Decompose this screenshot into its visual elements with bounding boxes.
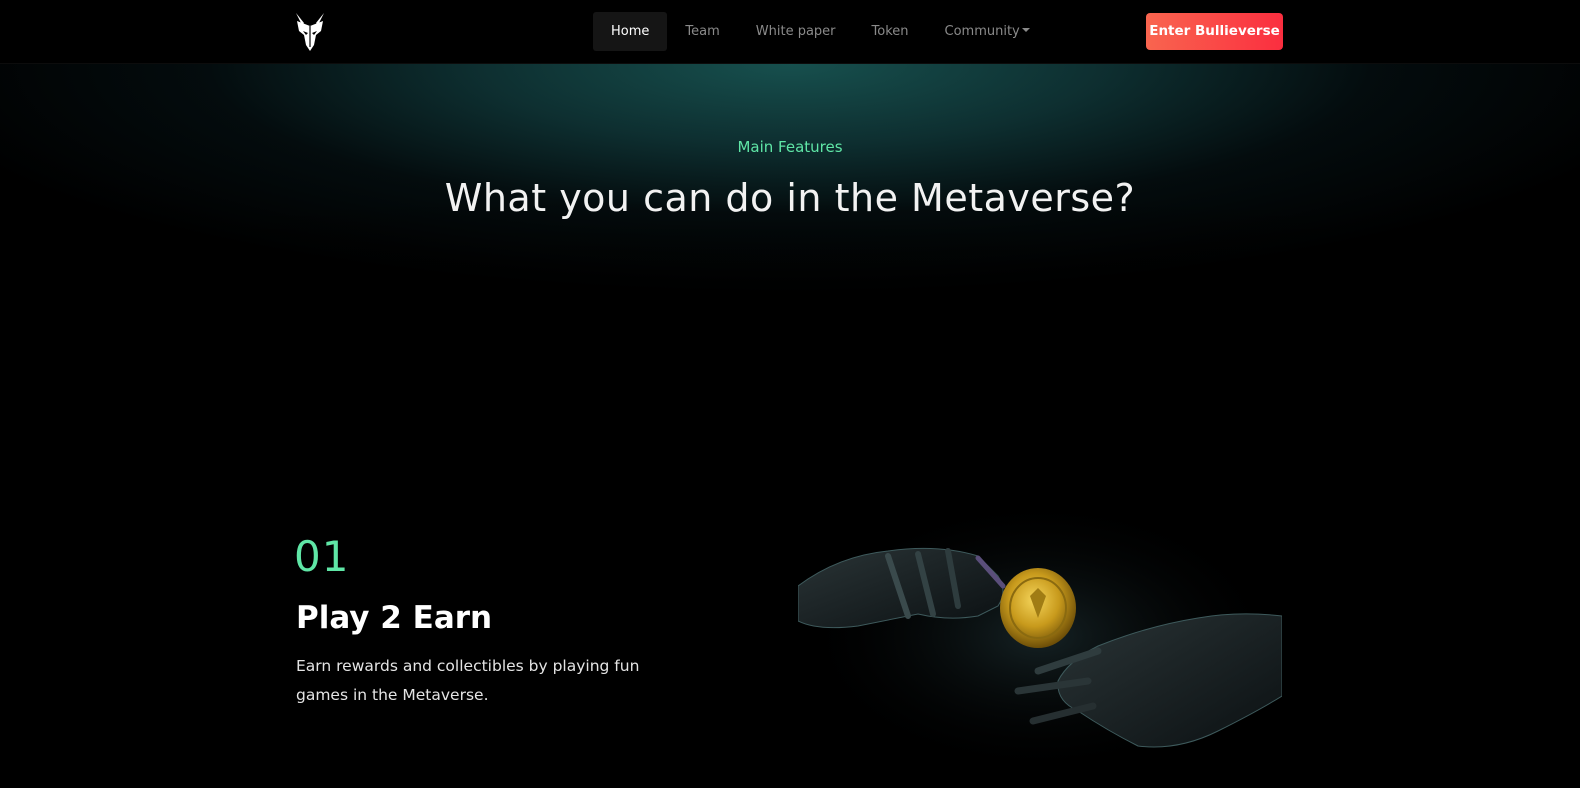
hero-glow-background (0, 64, 1580, 394)
nav-link-team[interactable]: Team (667, 12, 737, 51)
feature-number: 01 (294, 532, 350, 581)
nav-link-white-paper[interactable]: White paper (738, 12, 854, 51)
nav-link-community-label: Community (944, 24, 1020, 39)
feature-description: Earn rewards and collectibles by playing… (296, 657, 640, 704)
nav-link-community[interactable]: Community (927, 12, 1048, 51)
feature-title: Play 2 Earn (296, 600, 493, 636)
top-navbar: Home Team White paper Token Community En… (0, 0, 1580, 64)
main-nav: Home Team White paper Token Community (593, 12, 1048, 51)
nav-link-home[interactable]: Home (593, 12, 668, 51)
chevron-down-icon (1021, 27, 1030, 32)
section-headline: What you can do in the Metaverse? (444, 176, 1136, 220)
enter-bullieverse-button[interactable]: Enter Bullieverse (1146, 13, 1283, 50)
robot-hands-coin-image (798, 496, 1282, 776)
section-eyebrow: Main Features (737, 138, 843, 156)
bull-head-icon[interactable] (294, 11, 326, 53)
nav-link-token[interactable]: Token (854, 12, 927, 51)
